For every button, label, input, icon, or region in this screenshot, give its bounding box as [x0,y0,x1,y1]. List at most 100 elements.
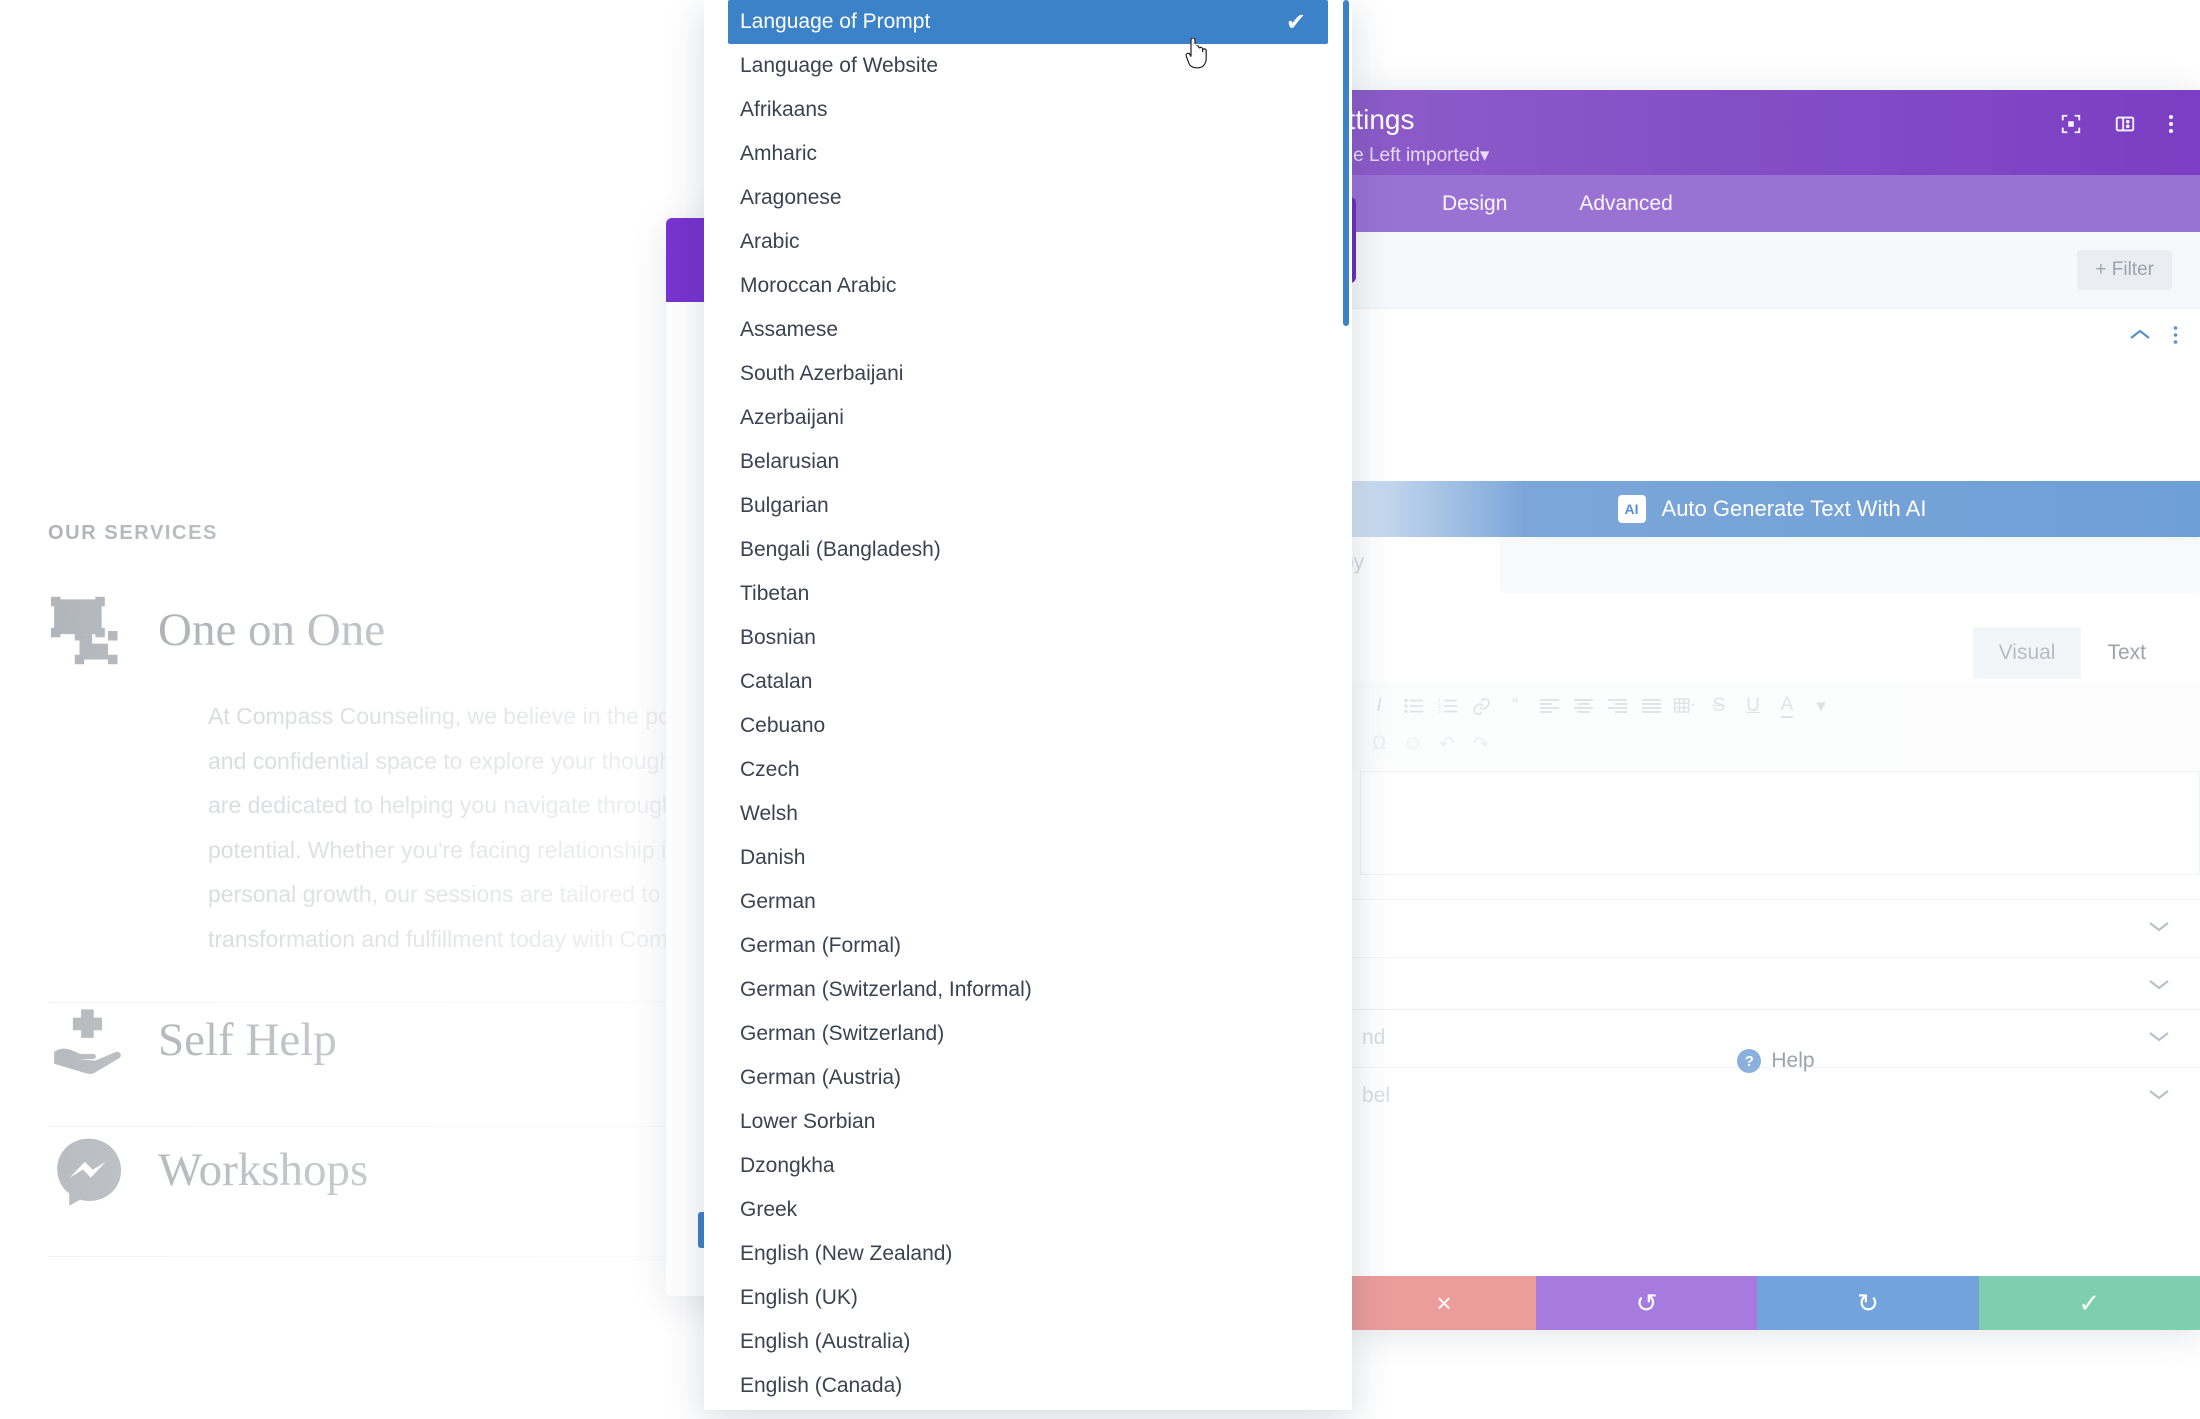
dropdown-scrollbar-thumb[interactable] [1343,0,1349,326]
language-option[interactable]: Welsh [704,792,1352,836]
language-option-label: Belarusian [740,450,840,473]
language-option-label: English (UK) [740,1286,858,1309]
align-center-icon[interactable] [1566,687,1600,725]
language-option[interactable]: Belarusian [704,440,1352,484]
language-option[interactable]: Afrikaans [704,88,1352,132]
language-option[interactable]: German [704,880,1352,924]
language-option[interactable]: Czech [704,748,1352,792]
text-color-dropdown-icon[interactable]: ▾ [1804,687,1838,725]
language-option-label: German [740,890,816,913]
language-option-label: Danish [740,846,806,869]
split-view-icon[interactable] [2114,113,2136,140]
language-option[interactable]: Aragonese [704,176,1352,220]
language-option[interactable]: English (Canada) [704,1364,1352,1408]
redo-icon[interactable]: ↷ [1464,725,1498,763]
language-option[interactable]: Catalan [704,660,1352,704]
language-option[interactable]: Moroccan Arabic [704,264,1352,308]
language-option[interactable]: German (Formal) [704,924,1352,968]
language-option[interactable]: Assamese [704,308,1352,352]
language-option[interactable]: Tibetan [704,572,1352,616]
field-label: py [1352,551,1365,574]
filter-button[interactable]: + Filter [2077,250,2172,290]
language-option[interactable]: German (Switzerland) [704,1012,1352,1056]
align-justify-icon[interactable] [1634,687,1668,725]
tab-design[interactable]: Design [1442,192,1507,216]
language-option[interactable]: Bosnian [704,616,1352,660]
align-left-icon[interactable] [1532,687,1566,725]
accordion-label: nd [1362,1025,1386,1049]
service-title: Self Help [158,1014,337,1067]
text-color-icon[interactable]: A [1770,687,1804,725]
language-dropdown[interactable]: Language of Prompt ✔ Language of Website Af… [704,0,1352,1410]
auto-generate-text-with-ai-button[interactable]: AI Auto Generate Text With AI [1352,481,2200,537]
language-option[interactable]: Danish [704,836,1352,880]
language-option[interactable]: Arabic [704,220,1352,264]
tab-visual[interactable]: Visual [1972,627,2082,679]
italic-icon[interactable]: I [1362,687,1396,725]
check-icon: ✔ [1285,8,1306,36]
panel-header: ettings age Left imported▾ [1352,90,2200,175]
language-option-label: German (Austria) [740,1066,902,1089]
section-eyebrow: OUR SERVICES [48,522,218,544]
tab-text[interactable]: Text [2081,627,2172,679]
delete-button[interactable]: × [1352,1276,1536,1330]
table-icon[interactable] [1668,687,1702,725]
dropdown-scrollbar[interactable] [1342,0,1352,1410]
fullscreen-icon[interactable] [2060,113,2082,140]
help-link[interactable]: ? Help [1352,1049,2200,1073]
section-more-options-icon[interactable] [2173,325,2178,350]
language-option[interactable]: Greek [704,1188,1352,1232]
language-option[interactable]: Lower Sorbian [704,1100,1352,1144]
panel-title: ettings [1352,104,1415,135]
panel-subtitle[interactable]: age Left imported▾ [1352,144,1489,167]
blockquote-icon[interactable]: “ [1498,687,1532,725]
language-option[interactable]: Azerbaijani [704,396,1352,440]
language-option-label: German (Formal) [740,934,902,957]
chevron-up-icon[interactable] [2129,328,2151,347]
redo-button[interactable]: ↻ [1757,1276,1979,1330]
language-option[interactable]: Amharic [704,132,1352,176]
body-field-input[interactable] [1500,537,2200,593]
language-option-label: Afrikaans [740,98,828,121]
language-option-label: Bosnian [740,626,816,649]
save-button[interactable]: ✓ [1978,1276,2200,1330]
language-option-label: Cebuano [740,714,826,737]
panel-tab-bar: Design Advanced [1352,175,2200,232]
language-option-label: South Azerbaijani [740,362,904,385]
language-option[interactable]: Dzongkha [704,1144,1352,1188]
special-character-icon[interactable]: Ω [1362,725,1396,763]
numbered-list-icon[interactable]: 123 [1430,687,1464,725]
align-right-icon[interactable] [1600,687,1634,725]
language-option[interactable]: South Azerbaijani [704,352,1352,396]
language-option[interactable]: Bengali (Bangladesh) [704,528,1352,572]
accordion-row[interactable]: bel [1352,1067,2200,1123]
language-option-label: Language of Website [740,54,939,77]
underline-icon[interactable]: U [1736,687,1770,725]
language-option-label: Language of Prompt [740,10,931,33]
language-option[interactable]: Language of Website [704,44,1352,88]
language-option[interactable]: Language of Prompt ✔ [728,0,1328,44]
more-options-icon[interactable] [2168,113,2174,140]
strikethrough-icon[interactable]: S [1702,687,1736,725]
emoji-icon[interactable]: ☺ [1396,725,1430,763]
tab-advanced[interactable]: Advanced [1579,192,1672,216]
undo-icon[interactable]: ↶ [1430,725,1464,763]
language-option[interactable]: English (UK) [704,1276,1352,1320]
language-option[interactable]: Bulgarian [704,484,1352,528]
language-option[interactable]: English (Australia) [704,1320,1352,1364]
language-option[interactable]: English (New Zealand) [704,1232,1352,1276]
language-option-label: Assamese [740,318,839,341]
back-button[interactable]: ‹ [1352,197,1356,283]
svg-text:3: 3 [1438,710,1441,715]
accordion-row[interactable] [1352,957,2200,1013]
language-option[interactable]: Cebuano [704,704,1352,748]
chevron-down-icon: ▾ [1479,145,1490,166]
rich-text-editor-area[interactable] [1360,771,2200,875]
language-option-label: Tibetan [740,582,810,605]
bulleted-list-icon[interactable] [1396,687,1430,725]
accordion-row[interactable] [1352,899,2200,955]
language-option[interactable]: German (Switzerland, Informal) [704,968,1352,1012]
link-icon[interactable] [1464,687,1498,725]
language-option[interactable]: German (Austria) [704,1056,1352,1100]
undo-button[interactable]: ↺ [1536,1276,1758,1330]
